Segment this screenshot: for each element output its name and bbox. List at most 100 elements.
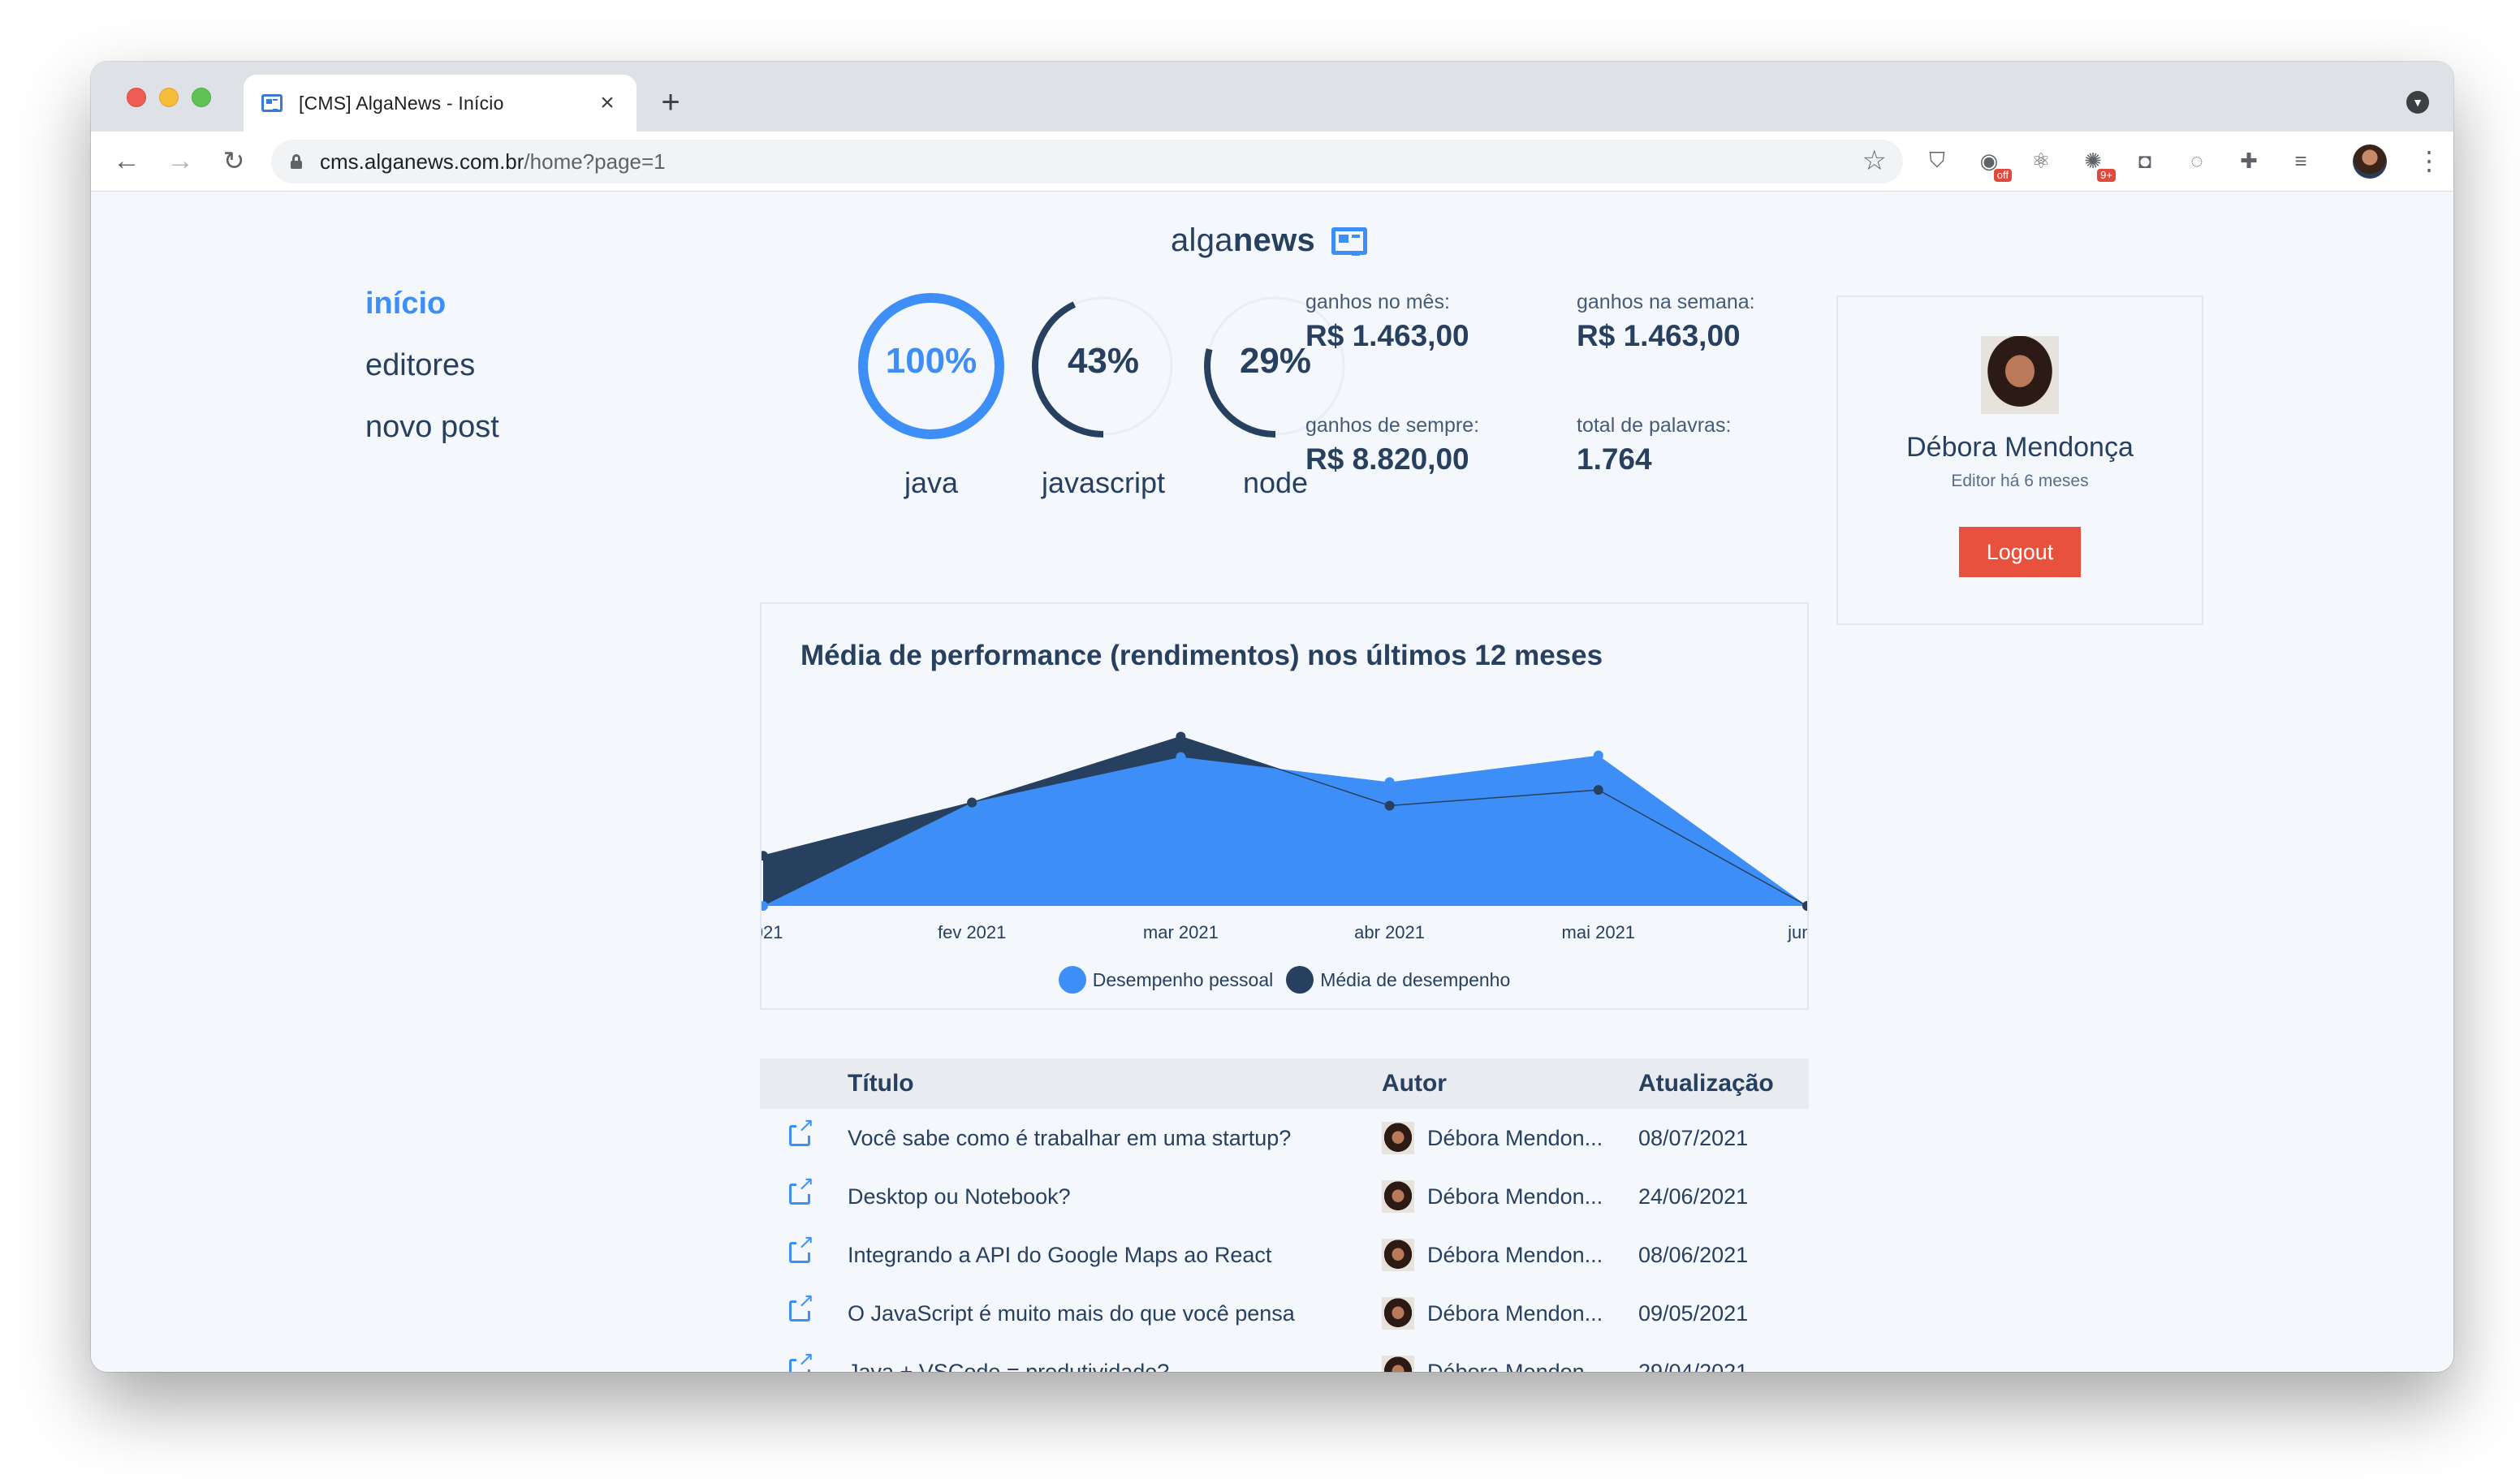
posts-table: Título Autor Atualização Você sabe como …: [760, 1059, 1809, 1372]
maximize-window-button[interactable]: [192, 88, 211, 107]
data-point-average: [967, 797, 977, 808]
performance-chart-card: Média de performance (rendimentos) nos ú…: [760, 602, 1809, 1010]
metric-total-earnings: ganhos de sempre: R$ 8.820,00: [1305, 414, 1565, 476]
grammarly-extension-icon[interactable]: ◉ off: [1973, 144, 2012, 182]
open-link-cell[interactable]: [760, 1174, 848, 1210]
post-title[interactable]: Integrando a API do Google Maps ao React: [848, 1243, 1382, 1268]
green-circle-extension-icon[interactable]: ◌: [2181, 144, 2213, 177]
shield-extension-icon[interactable]: ⛉: [1921, 144, 1953, 177]
browser-toolbar: ← → ↻ cms.alganews.com.br/home?page=1 ☆ …: [91, 132, 2453, 192]
metric-label: ganhos de sempre:: [1305, 414, 1480, 437]
minimize-window-button[interactable]: [159, 88, 179, 107]
author-name: Débora Mendon...: [1427, 1242, 1603, 1267]
external-link-icon[interactable]: [789, 1291, 815, 1322]
x-tick-label: mar 2021: [1143, 922, 1219, 942]
legend-item-personal[interactable]: Desempenho pessoal: [1058, 966, 1274, 994]
tab-close-icon[interactable]: ×: [596, 91, 619, 115]
lock-icon[interactable]: [291, 154, 302, 169]
post-date: 09/05/2021: [1638, 1300, 1749, 1326]
external-link-icon[interactable]: [789, 1349, 815, 1372]
x-tick-label: 2021: [762, 922, 783, 942]
post-title[interactable]: Java + VSCode = produtividade?: [848, 1360, 1382, 1373]
alganews-logo[interactable]: alganews: [1171, 222, 1368, 259]
new-tab-button[interactable]: +: [651, 83, 690, 122]
metric-value: 1.764: [1577, 442, 1652, 476]
header-updated[interactable]: Atualização: [1638, 1070, 1809, 1097]
open-link-cell[interactable]: [760, 1349, 848, 1372]
logout-button[interactable]: Logout: [1959, 527, 2081, 577]
post-title[interactable]: Você sabe como é trabalhar em uma startu…: [848, 1126, 1382, 1151]
page-content: alganews início editores novo post 100% …: [91, 192, 2453, 1372]
post-title[interactable]: O JavaScript é muito mais do que você pe…: [848, 1301, 1382, 1326]
open-link-cell[interactable]: [760, 1291, 848, 1327]
chrome-profile-avatar[interactable]: [2353, 144, 2387, 179]
skill-ring-java: 100% java: [854, 289, 1008, 500]
external-link-icon[interactable]: [789, 1174, 815, 1205]
extension-glyph: ≡: [2294, 148, 2307, 173]
user-role: Editor há 6 meses: [1951, 472, 2089, 490]
nav-link-inicio[interactable]: início: [365, 288, 499, 319]
address-bar[interactable]: cms.alganews.com.br/home?page=1 ☆: [271, 140, 1903, 183]
post-date: 24/06/2021: [1638, 1184, 1749, 1209]
post-title[interactable]: Desktop ou Notebook?: [848, 1184, 1382, 1210]
tab-strip: [CMS] AlgaNews - Início × + ▼: [91, 62, 2453, 132]
puzzle-extension-icon[interactable]: ✚: [2233, 144, 2265, 177]
legend-label: Média de desempenho: [1320, 968, 1511, 990]
reload-icon[interactable]: ↻: [216, 143, 252, 179]
nav-link-novo-post[interactable]: novo post: [365, 412, 499, 442]
author-name: Débora Mendon...: [1427, 1359, 1603, 1373]
post-author: Débora Mendon...: [1382, 1180, 1638, 1213]
forward-arrow-icon[interactable]: →: [162, 143, 198, 179]
external-link-icon[interactable]: [789, 1115, 815, 1146]
data-point-personal: [1176, 752, 1186, 762]
open-link-cell[interactable]: [760, 1232, 848, 1269]
post-author: Débora Mendon...: [1382, 1356, 1638, 1372]
post-author: Débora Mendon...: [1382, 1297, 1638, 1330]
metric-label: total de palavras:: [1577, 414, 1732, 437]
media-queue-icon[interactable]: ≡: [2285, 144, 2317, 177]
skill-label: java: [904, 466, 959, 499]
browser-window: [CMS] AlgaNews - Início × + ▼ ← → ↻ cms.…: [91, 62, 2453, 1372]
metric-weekly-earnings: ganhos na semana: R$ 1.463,00: [1577, 291, 1836, 353]
spark-extension-icon[interactable]: ✺ 9+: [2077, 144, 2116, 182]
table-row[interactable]: Você sabe como é trabalhar em uma startu…: [760, 1109, 1809, 1167]
legend-label: Desempenho pessoal: [1092, 968, 1274, 990]
tab-title: [CMS] AlgaNews - Início: [299, 92, 504, 114]
header-title[interactable]: Título: [848, 1070, 1382, 1097]
bookmark-star-icon[interactable]: ☆: [1862, 144, 1887, 177]
table-row[interactable]: O JavaScript é muito mais do que você pe…: [760, 1284, 1809, 1343]
data-point-personal: [1384, 777, 1395, 787]
url-path: /home?page=1: [524, 149, 666, 174]
extension-glyph: ⛉: [1929, 148, 1945, 172]
logo-light-text: alga: [1171, 222, 1233, 258]
camera-extension-icon[interactable]: ◘: [2129, 144, 2161, 177]
post-date: 29/04/2021: [1638, 1359, 1749, 1373]
data-point-average: [1593, 785, 1603, 796]
metric-value: R$ 1.463,00: [1305, 319, 1469, 352]
header-author[interactable]: Autor: [1382, 1070, 1638, 1097]
react-devtools-extension-icon[interactable]: ⚛: [2025, 144, 2057, 177]
metric-value: R$ 8.820,00: [1305, 442, 1469, 476]
table-row[interactable]: Integrando a API do Google Maps ao React…: [760, 1226, 1809, 1284]
nav-link-editores[interactable]: editores: [365, 350, 499, 381]
logo-text: alganews: [1171, 222, 1315, 259]
open-link-cell[interactable]: [760, 1115, 848, 1152]
author-name: Débora Mendon...: [1427, 1125, 1603, 1150]
table-row[interactable]: Java + VSCode = produtividade? Débora Men…: [760, 1343, 1809, 1372]
logo-bold-text: news: [1232, 222, 1316, 258]
browser-menu-icon[interactable]: ⋮: [2416, 143, 2442, 179]
close-window-button[interactable]: [127, 88, 146, 107]
metric-value: R$ 1.463,00: [1577, 319, 1741, 352]
user-name: Débora Mendonça: [1906, 432, 2134, 463]
browser-tab[interactable]: [CMS] AlgaNews - Início ×: [244, 75, 636, 132]
table-row[interactable]: Desktop ou Notebook? Débora Mendon... 24/0…: [760, 1167, 1809, 1226]
legend-item-average[interactable]: Média de desempenho: [1286, 966, 1510, 994]
back-arrow-icon[interactable]: ←: [109, 143, 145, 179]
post-date: 08/06/2021: [1638, 1242, 1749, 1267]
external-link-icon[interactable]: [789, 1232, 815, 1263]
metric-total-words: total de palavras: 1.764: [1577, 414, 1836, 476]
skill-percent: 100%: [885, 341, 977, 381]
author-avatar: [1382, 1239, 1414, 1271]
tab-search-dropdown-icon[interactable]: ▼: [2406, 91, 2429, 114]
chart-legend: Desempenho pessoal Média de desempenho: [762, 966, 1807, 994]
